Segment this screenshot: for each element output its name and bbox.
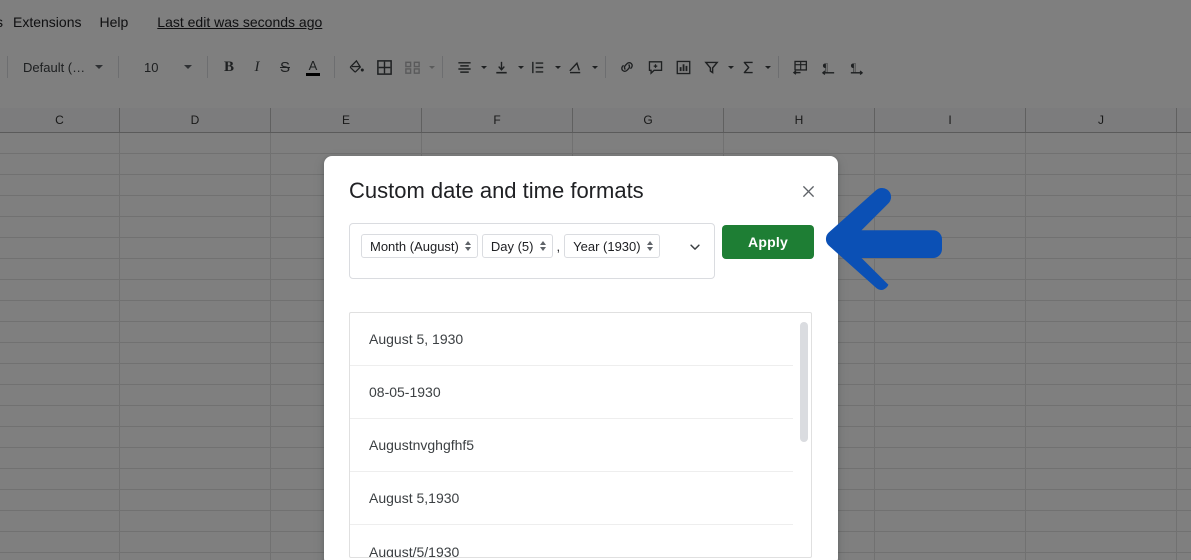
close-button[interactable] (795, 178, 821, 204)
dialog-title: Custom date and time formats (349, 178, 644, 203)
stepper-icon[interactable] (539, 241, 546, 251)
chip-year[interactable]: Year (1930) (564, 234, 660, 258)
chip-month[interactable]: Month (August) (361, 234, 478, 258)
chip-month-label: Month (August) (370, 238, 459, 254)
format-token-input[interactable]: Month (August) Day (5) , Year (1930) (349, 223, 715, 279)
spreadsheet-app: s Extensions Help Last edit was seconds … (0, 0, 1191, 560)
arrow-left-icon (825, 187, 942, 291)
apply-button[interactable]: Apply (722, 225, 814, 259)
chevron-up-icon (646, 241, 653, 245)
chip-year-label: Year (1930) (573, 238, 641, 254)
format-list-scrollbar[interactable] (800, 317, 808, 555)
format-options-list: August 5, 1930 08-05-1930 Augustnvghgfhf5 A… (349, 312, 812, 558)
chevron-down-icon (690, 244, 700, 250)
chip-day[interactable]: Day (5) (481, 234, 553, 258)
format-option[interactable]: August/5/1930 (350, 525, 793, 558)
format-option[interactable]: August 5,1930 (350, 472, 793, 525)
chevron-up-icon (464, 241, 471, 245)
chevron-down-icon (464, 247, 471, 251)
format-dropdown-toggle[interactable] (684, 236, 706, 258)
format-options-items: August 5, 1930 08-05-1930 Augustnvghgfhf5 A… (350, 313, 811, 558)
chevron-down-icon (646, 247, 653, 251)
format-option[interactable]: Augustnvghgfhf5 (350, 419, 793, 472)
chip-day-label: Day (5) (490, 238, 534, 254)
chevron-up-icon (539, 241, 546, 245)
chevron-down-icon (539, 247, 546, 251)
format-option[interactable]: August 5, 1930 (350, 313, 793, 366)
format-option[interactable]: 08-05-1930 (350, 366, 793, 419)
stepper-icon[interactable] (464, 241, 471, 251)
format-token-rows: Month (August) Day (5) , Year (1930) (361, 232, 680, 260)
close-icon (802, 185, 814, 197)
separator-comma: , (556, 238, 561, 254)
annotation-arrow (822, 183, 944, 295)
scrollbar-thumb[interactable] (800, 322, 808, 442)
custom-date-time-formats-dialog: Custom date and time formats Month (Augu… (324, 156, 838, 560)
stepper-icon[interactable] (646, 241, 653, 251)
